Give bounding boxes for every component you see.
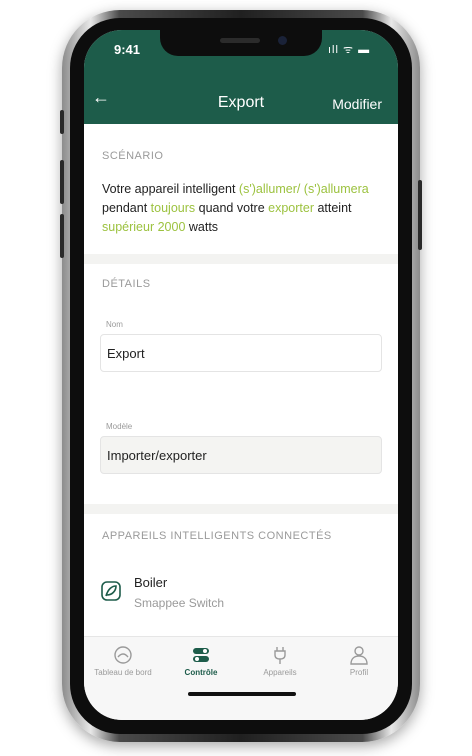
scenario-text-part: watts bbox=[185, 220, 219, 234]
power-button bbox=[418, 180, 422, 250]
edit-button[interactable]: Modifier bbox=[332, 96, 382, 112]
scenario-source-link[interactable]: exporter bbox=[268, 201, 314, 215]
tab-profil[interactable]: Profil bbox=[320, 645, 398, 677]
app-header: 9:41 ıll ᯤ ▬ ← Export Modifier bbox=[84, 30, 398, 124]
volume-up-button bbox=[60, 160, 64, 204]
model-caption: Modèle bbox=[106, 422, 133, 431]
person-icon bbox=[350, 646, 368, 665]
scenario-threshold-link[interactable]: supérieur 2000 bbox=[102, 220, 185, 234]
notch bbox=[160, 30, 322, 56]
phone-screen: 9:41 ıll ᯤ ▬ ← Export Modifier SCÉNARIO … bbox=[84, 30, 398, 720]
tab-label: Tableau de bord bbox=[94, 668, 152, 677]
scenario-text-part: Votre appareil intelligent bbox=[102, 182, 239, 196]
leaf-icon bbox=[100, 580, 122, 602]
details-label: DÉTAILS bbox=[102, 278, 151, 290]
scenario-action-link[interactable]: (s')allumer/ (s')allumera bbox=[239, 182, 369, 196]
tab-label: Contrôle bbox=[184, 668, 218, 677]
name-field[interactable]: Export bbox=[100, 334, 382, 372]
tab-bar: Tableau de bord Contrôle Appareils Profi… bbox=[84, 636, 398, 720]
camera bbox=[278, 36, 287, 45]
status-time: 9:41 bbox=[114, 42, 141, 57]
scenario-duration-link[interactable]: toujours bbox=[151, 201, 195, 215]
device-type: Smappee Switch bbox=[134, 596, 225, 610]
scenario-text-part: quand votre bbox=[195, 201, 269, 215]
silent-switch bbox=[60, 110, 64, 134]
scenario-text: Votre appareil intelligent (s')allumer/ … bbox=[102, 180, 382, 237]
name-caption: Nom bbox=[106, 320, 123, 329]
speaker bbox=[220, 38, 260, 43]
tab-label: Appareils bbox=[263, 668, 297, 677]
device-name: Boiler bbox=[134, 575, 168, 590]
home-indicator bbox=[188, 692, 296, 696]
tab-controle[interactable]: Contrôle bbox=[162, 645, 240, 677]
tab-tableau-de-bord[interactable]: Tableau de bord bbox=[84, 645, 162, 677]
scenario-text-part: pendant bbox=[102, 201, 151, 215]
tab-appareils[interactable]: Appareils bbox=[241, 645, 319, 677]
connected-label: APPAREILS INTELLIGENTS CONNECTÉS bbox=[102, 530, 332, 542]
tab-label: Profil bbox=[349, 668, 369, 677]
scenario-text-part: atteint bbox=[313, 201, 352, 215]
toggle-icon bbox=[193, 648, 209, 662]
plug-icon bbox=[274, 647, 286, 664]
gauge-icon bbox=[114, 646, 132, 664]
volume-down-button bbox=[60, 214, 64, 258]
scenario-label: SCÉNARIO bbox=[102, 150, 164, 162]
model-field[interactable]: Importer/exporter bbox=[100, 436, 382, 474]
status-icons: ıll ᯤ ▬ bbox=[328, 44, 371, 56]
